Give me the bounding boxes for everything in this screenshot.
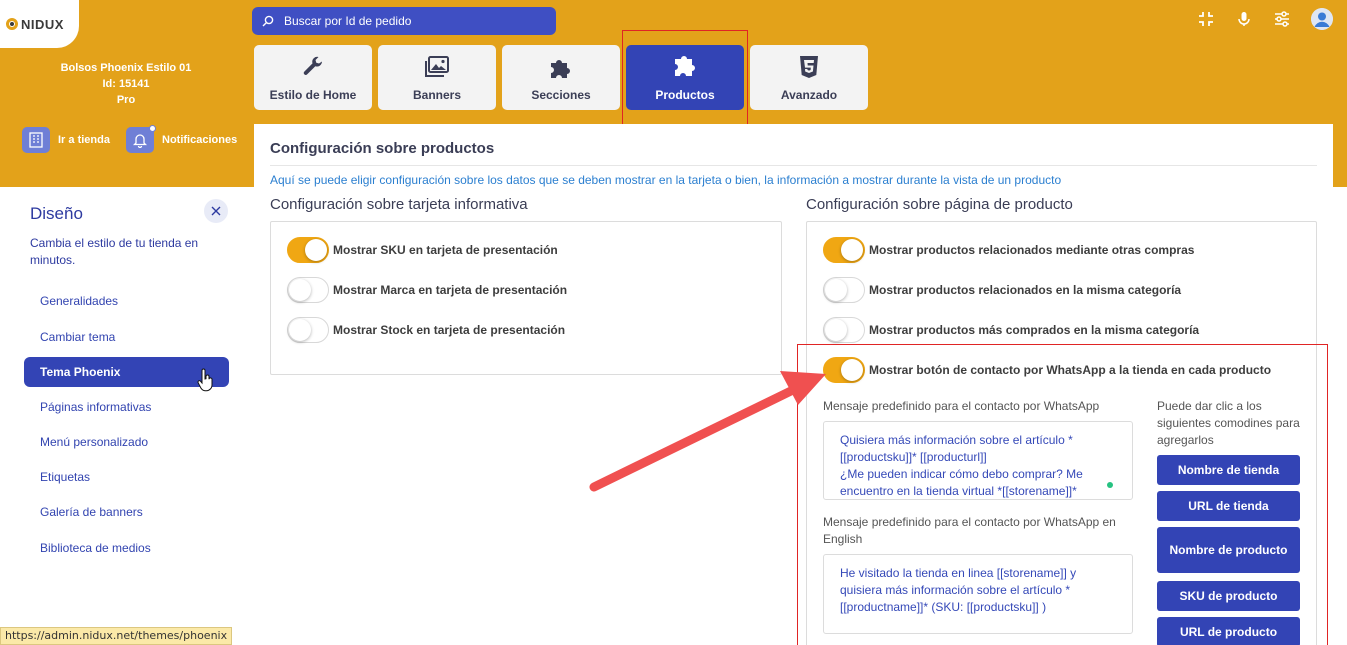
sidebar-item-generalidades[interactable]: Generalidades <box>24 286 229 316</box>
toggle-knob <box>825 279 847 301</box>
css3-icon <box>796 54 822 80</box>
toggle-row-marca[interactable]: Mostrar Marca en tarjeta de presentación <box>287 277 567 303</box>
toggle-knob <box>841 359 863 381</box>
logo-text: NIDUX <box>21 16 64 32</box>
toggle-switch-most-bought[interactable] <box>823 317 865 343</box>
toggle-row-sku[interactable]: Mostrar SKU en tarjeta de presentación <box>287 237 558 263</box>
sidebar-title: Diseño <box>30 204 83 223</box>
sidebar: Diseño Cambia el estilo de tu tienda en … <box>0 187 248 645</box>
wildcard-product-url-button[interactable]: URL de producto <box>1157 617 1300 645</box>
microphone-icon[interactable] <box>1235 10 1253 28</box>
tab-label: Secciones <box>531 88 591 102</box>
toggle-switch-related-category[interactable] <box>823 277 865 303</box>
toggle-switch-related-purchases[interactable] <box>823 237 865 263</box>
page-description: Aquí se puede eligir configuración sobre… <box>270 173 1062 187</box>
toggle-label: Mostrar Stock en tarjeta de presentación <box>333 323 566 337</box>
wildcard-product-sku-button[interactable]: SKU de producto <box>1157 581 1300 611</box>
tab-avanzado[interactable]: Avanzado <box>750 45 868 110</box>
toggle-label: Mostrar productos más comprados en la mi… <box>869 323 1200 337</box>
toggle-knob <box>289 279 311 301</box>
header-actions <box>1197 8 1333 30</box>
toggle-knob <box>825 319 847 341</box>
sidebar-description: Cambia el estilo de tu tienda en minutos… <box>30 236 199 267</box>
brand-logo[interactable]: NIDUX <box>0 0 79 48</box>
images-icon <box>424 54 450 80</box>
toggle-label: Mostrar botón de contacto por WhatsApp a… <box>869 363 1272 377</box>
card-section-title: Configuración sobre tarjeta informativa <box>270 196 528 213</box>
page-title: Configuración sobre productos <box>270 140 495 157</box>
toggle-row-related-purchases[interactable]: Mostrar productos relacionados mediante … <box>823 237 1194 263</box>
toggle-label: Mostrar productos relacionados mediante … <box>869 243 1195 257</box>
toggle-row-related-category[interactable]: Mostrar productos relacionados en la mis… <box>823 277 1181 303</box>
product-section-title: Configuración sobre página de producto <box>806 196 1073 213</box>
toggle-knob <box>841 239 863 261</box>
design-tabs: Estilo de Home Banners Secciones Product… <box>254 45 868 110</box>
toggle-knob <box>289 319 311 341</box>
sidebar-item-paginas-informativas[interactable]: Páginas informativas <box>24 392 229 422</box>
building-icon <box>22 127 50 153</box>
whatsapp-message-en-label: Mensaje predefinido para el contacto por… <box>823 515 1116 546</box>
toggle-label: Mostrar Marca en tarjeta de presentación <box>333 283 568 297</box>
store-name: Bolsos Phoenix Estilo 01 <box>60 62 192 74</box>
puzzle-icon <box>672 54 698 80</box>
settings-sliders-icon[interactable] <box>1273 10 1291 28</box>
toggle-switch-marca[interactable] <box>287 277 329 303</box>
go-to-store-button[interactable]: Ir a tienda <box>22 127 110 153</box>
tab-label: Productos <box>655 88 715 102</box>
tab-label: Avanzado <box>780 88 838 102</box>
tab-secciones[interactable]: Secciones <box>502 45 620 110</box>
sidebar-item-menu-personalizado[interactable]: Menú personalizado <box>24 427 229 457</box>
sidebar-item-galeria-banners[interactable]: Galería de banners <box>24 497 229 527</box>
search-input[interactable] <box>284 14 544 28</box>
whatsapp-message-en-textarea[interactable]: He visitado la tienda en linea [[storena… <box>823 554 1133 634</box>
notifications-label: Notificaciones <box>162 134 238 146</box>
close-icon <box>211 206 221 216</box>
toggle-switch-stock[interactable] <box>287 317 329 343</box>
toggle-row-whatsapp[interactable]: Mostrar botón de contacto por WhatsApp a… <box>823 357 1271 383</box>
puzzle-icon <box>548 54 574 80</box>
grammar-indicator-dot <box>1107 482 1113 488</box>
toggle-knob <box>305 239 327 261</box>
whatsapp-message-textarea[interactable]: Quisiera más información sobre el artícu… <box>823 421 1133 500</box>
store-plan: Pro <box>116 94 136 106</box>
wildcard-product-name-button[interactable]: Nombre de producto <box>1157 527 1300 573</box>
user-avatar-icon[interactable] <box>1311 8 1333 30</box>
wildcard-store-name-button[interactable]: Nombre de tienda <box>1157 455 1300 485</box>
wildcards-help: Puede dar clic a los siguientes comodine… <box>1157 399 1300 447</box>
close-sidebar-button[interactable] <box>204 199 228 223</box>
nidux-logo-icon <box>6 18 18 30</box>
tab-productos[interactable]: Productos <box>626 45 744 110</box>
toggle-row-stock[interactable]: Mostrar Stock en tarjeta de presentación <box>287 317 565 343</box>
wrench-icon <box>300 54 326 80</box>
tab-estilo-home[interactable]: Estilo de Home <box>254 45 372 110</box>
toggle-switch-whatsapp[interactable] <box>823 357 865 383</box>
notifications-button[interactable]: Notificaciones <box>126 125 238 153</box>
wildcard-store-url-button[interactable]: URL de tienda <box>1157 491 1300 521</box>
tab-label: Estilo de Home <box>269 88 357 102</box>
order-search-bar[interactable] <box>252 7 556 35</box>
title-divider <box>270 165 1317 166</box>
toggle-row-most-bought[interactable]: Mostrar productos más comprados en la mi… <box>823 317 1199 343</box>
go-to-store-label: Ir a tienda <box>58 134 110 146</box>
tab-banners[interactable]: Banners <box>378 45 496 110</box>
toggle-switch-sku[interactable] <box>287 237 329 263</box>
collapse-icon[interactable] <box>1197 10 1215 28</box>
search-icon <box>262 15 274 27</box>
store-info: Bolsos Phoenix Estilo 01 Id: 15141 Pro <box>40 60 212 108</box>
hand-cursor-icon <box>197 368 213 392</box>
whatsapp-message-label: Mensaje predefinido para el contacto por… <box>823 399 1100 413</box>
toggle-label: Mostrar SKU en tarjeta de presentación <box>333 243 558 257</box>
sidebar-item-cambiar-tema[interactable]: Cambiar tema <box>24 322 229 352</box>
store-id: Id: 15141 <box>102 78 150 90</box>
bell-icon <box>126 125 156 153</box>
sidebar-item-biblioteca-medios[interactable]: Biblioteca de medios <box>24 533 229 563</box>
status-url: https://admin.nidux.net/themes/phoenix <box>0 627 233 645</box>
sidebar-item-etiquetas[interactable]: Etiquetas <box>24 462 229 492</box>
notification-dot <box>149 125 156 132</box>
toggle-label: Mostrar productos relacionados en la mis… <box>869 283 1182 297</box>
tab-label: Banners <box>412 88 462 102</box>
